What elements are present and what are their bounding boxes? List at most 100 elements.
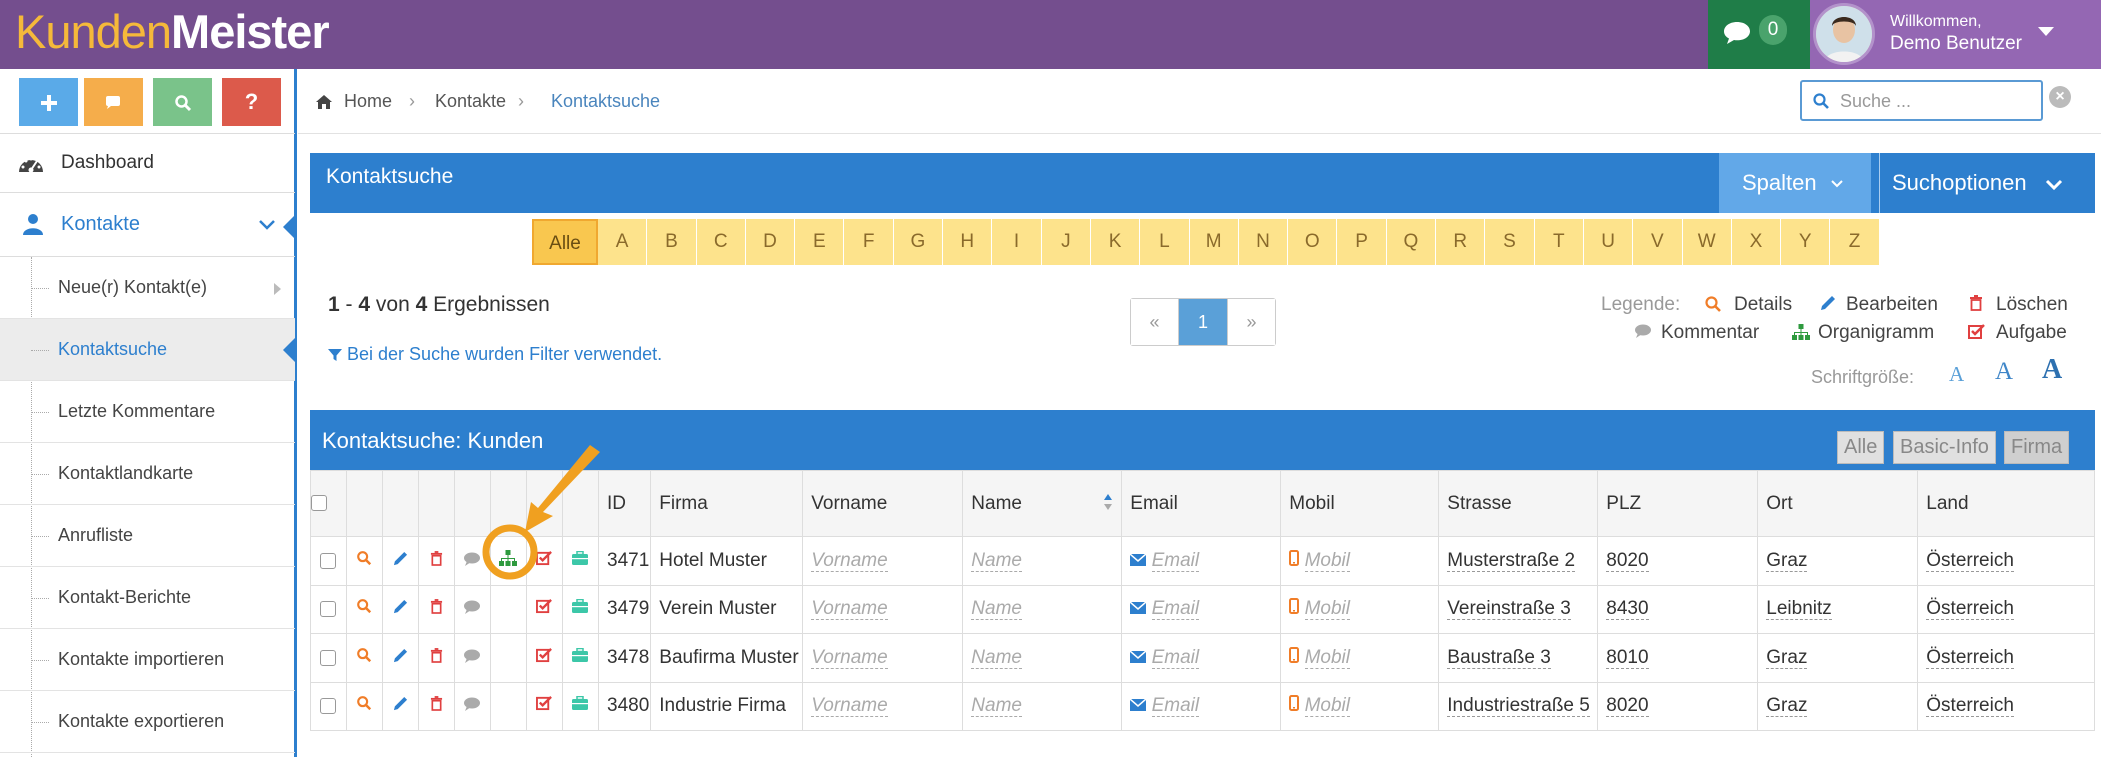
letter-filter-n[interactable]: N [1238, 219, 1289, 265]
cell-ort[interactable]: Graz [1766, 695, 1808, 718]
cell-email[interactable]: Email [1151, 646, 1200, 669]
row-checkbox[interactable] [320, 649, 336, 666]
font-size-medium-button[interactable]: A [1995, 358, 2013, 386]
letter-filter-e[interactable]: E [795, 219, 845, 265]
search-button[interactable] [153, 78, 212, 126]
column-header-name[interactable]: Name [962, 470, 1123, 537]
letter-filter-x[interactable]: X [1731, 219, 1782, 265]
columns-dropdown[interactable]: Spalten [1719, 153, 1871, 213]
briefcase-icon[interactable] [571, 647, 589, 663]
cell-email[interactable]: Email [1151, 598, 1200, 621]
pagination-prev[interactable]: « [1131, 299, 1179, 345]
cell-vorname[interactable]: Vorname [811, 695, 888, 718]
letter-filter-f[interactable]: F [844, 219, 894, 265]
letter-filter-t[interactable]: T [1534, 219, 1584, 265]
sidebar-item-anrufliste[interactable]: Anrufliste [0, 505, 295, 567]
cell-plz[interactable]: 8430 [1606, 598, 1649, 621]
trash-icon[interactable] [430, 550, 443, 566]
letter-filter-s[interactable]: S [1485, 219, 1535, 265]
letter-filter-g[interactable]: G [893, 219, 944, 265]
search-input[interactable]: Suche ... [1800, 80, 2043, 121]
app-logo[interactable]: KundenMeister [15, 2, 330, 62]
pagination-page[interactable]: 1 [1179, 299, 1227, 345]
briefcase-icon[interactable] [571, 599, 589, 614]
letter-filter-q[interactable]: Q [1386, 219, 1437, 265]
view-basic-info-button[interactable]: Basic-Info [1893, 431, 1996, 464]
font-size-large-button[interactable]: A [2042, 354, 2062, 386]
letter-filter-o[interactable]: O [1288, 219, 1338, 265]
column-header-land[interactable]: Land [1917, 470, 2095, 537]
table-row[interactable]: 3480 Industrie Firma Vorname Name Email Mob… [310, 681, 2095, 731]
row-checkbox[interactable] [320, 601, 336, 618]
table-row[interactable]: 3479 Verein Muster Vorname Name Email Mobil… [310, 584, 2095, 634]
details-icon[interactable] [356, 647, 372, 663]
cell-vorname[interactable]: Vorname [811, 598, 888, 621]
letter-filter-c[interactable]: C [696, 219, 746, 265]
letter-filter-i[interactable]: I [992, 219, 1042, 265]
cell-vorname[interactable]: Vorname [811, 549, 888, 572]
cell-strasse[interactable]: Musterstraße 2 [1447, 549, 1576, 572]
cell-mobil[interactable]: Mobil [1304, 695, 1350, 718]
letter-filter-d[interactable]: D [745, 219, 796, 265]
column-header-strasse[interactable]: Strasse [1438, 470, 1599, 537]
view-firma-button[interactable]: Firma [2004, 431, 2070, 464]
cell-name[interactable]: Name [971, 549, 1022, 572]
letter-filter-u[interactable]: U [1583, 219, 1634, 265]
breadcrumb-home[interactable]: Home [344, 91, 392, 112]
trash-icon[interactable] [430, 696, 443, 712]
cell-ort[interactable]: Graz [1766, 646, 1808, 669]
comment-icon[interactable] [463, 600, 481, 615]
sidebar-item-kontakte-importieren[interactable]: Kontakte importieren [0, 629, 295, 691]
cell-strasse[interactable]: Baustraße 3 [1447, 646, 1551, 669]
column-header-ort[interactable]: Ort [1757, 470, 1919, 537]
cell-ort[interactable]: Graz [1766, 549, 1808, 572]
column-header-firma[interactable]: Firma [650, 470, 804, 537]
filter-note[interactable]: Bei der Suche wurden Filter verwendet. [328, 344, 662, 365]
cell-plz[interactable]: 8020 [1606, 549, 1649, 572]
cell-ort[interactable]: Leibnitz [1766, 598, 1832, 621]
table-row[interactable]: 3478 Baufirma Muster Vorname Name Email Mob… [310, 633, 2095, 683]
cell-land[interactable]: Österreich [1926, 549, 2014, 572]
letter-filter-k[interactable]: K [1090, 219, 1141, 265]
comment-button[interactable] [84, 78, 143, 126]
user-menu[interactable]: Willkommen, Demo Benutzer [1810, 0, 2101, 69]
details-icon[interactable] [356, 550, 372, 566]
cell-mobil[interactable]: Mobil [1304, 549, 1350, 572]
clear-search-icon[interactable]: × [2049, 86, 2071, 108]
row-checkbox[interactable] [320, 698, 336, 715]
column-header-email[interactable]: Email [1121, 470, 1282, 537]
comment-icon[interactable] [463, 649, 481, 663]
pagination-next[interactable]: » [1227, 299, 1275, 345]
cell-strasse[interactable]: Vereinstraße 3 [1447, 598, 1571, 621]
sidebar-item-kontakt-berichte[interactable]: Kontakt-Berichte [0, 567, 295, 629]
cell-plz[interactable]: 8010 [1606, 646, 1649, 669]
trash-icon[interactable] [430, 647, 443, 663]
sidebar-item-kontakte[interactable]: Kontakte [0, 193, 295, 257]
select-all-checkbox[interactable] [311, 495, 327, 512]
letter-filter-p[interactable]: P [1337, 219, 1387, 265]
letter-filter-m[interactable]: M [1189, 219, 1239, 265]
trash-icon[interactable] [430, 599, 443, 615]
sidebar-item-dashboard[interactable]: Dashboard [0, 133, 295, 193]
search-options-dropdown[interactable]: Suchoptionen [1879, 153, 2095, 213]
cell-vorname[interactable]: Vorname [811, 646, 888, 669]
breadcrumb-kontakte[interactable]: Kontakte [435, 91, 506, 112]
cell-plz[interactable]: 8020 [1606, 695, 1649, 718]
cell-land[interactable]: Österreich [1926, 646, 2014, 669]
sidebar-item-kontaktsuche[interactable]: Kontaktsuche [0, 319, 295, 381]
letter-filter-r[interactable]: R [1436, 219, 1486, 265]
letter-filter-a[interactable]: A [598, 219, 648, 265]
cell-mobil[interactable]: Mobil [1304, 646, 1350, 669]
letter-filter-h[interactable]: H [943, 219, 993, 265]
sidebar-item-kontaktlandkarte[interactable]: Kontaktlandkarte [0, 443, 295, 505]
cell-land[interactable]: Österreich [1926, 598, 2014, 621]
sidebar-item-neue-kontakte[interactable]: Neue(r) Kontakt(e) [0, 257, 295, 319]
column-header-vorname[interactable]: Vorname [802, 470, 964, 537]
cell-mobil[interactable]: Mobil [1304, 598, 1350, 621]
cell-name[interactable]: Name [971, 598, 1022, 621]
cell-land[interactable]: Österreich [1926, 695, 2014, 718]
pencil-icon[interactable] [393, 599, 408, 614]
pencil-icon[interactable] [393, 551, 408, 566]
details-icon[interactable] [356, 598, 372, 614]
cell-email[interactable]: Email [1151, 695, 1200, 718]
